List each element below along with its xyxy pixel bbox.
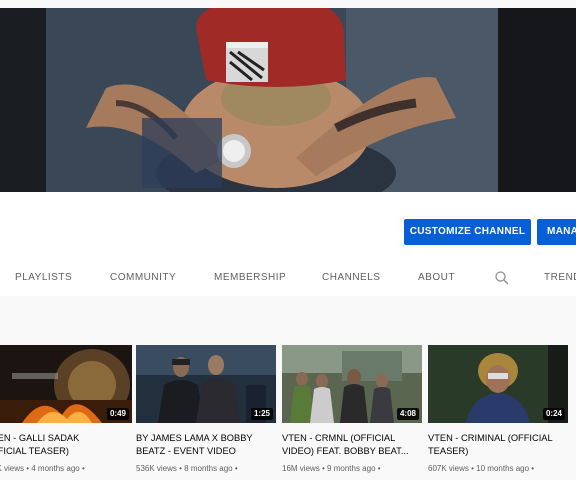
video-duration: 4:08 — [396, 408, 419, 420]
video-thumbnail[interactable]: 4:08 — [282, 345, 422, 423]
tab-channels[interactable]: CHANNELS — [322, 264, 380, 296]
search-icon[interactable] — [494, 270, 510, 286]
video-card[interactable]: 1:25 BY JAMES LAMA X BOBBY BEATZ - EVENT… — [136, 345, 276, 473]
channel-page: CUSTOMIZE CHANNEL MANA PLAYLISTS COMMUNI… — [0, 0, 576, 480]
channel-header: CUSTOMIZE CHANNEL MANA PLAYLISTS COMMUNI… — [0, 192, 576, 296]
tab-playlists[interactable]: PLAYLISTS — [15, 264, 72, 296]
video-meta: 607K views • 10 months ago • — [428, 464, 535, 473]
banner-image — [46, 8, 498, 192]
banner-side-left — [0, 8, 46, 192]
channel-banner — [0, 0, 576, 192]
tab-about[interactable]: ABOUT — [418, 264, 455, 296]
video-duration: 1:25 — [250, 408, 273, 420]
top-strip — [0, 0, 576, 8]
video-thumbnail[interactable]: 0:24 — [428, 345, 568, 423]
video-title[interactable]: TEN - GALLI SADAK FFICIAL TEASER) — [0, 432, 132, 458]
tab-trending[interactable]: TREND — [544, 264, 576, 296]
video-meta: 0K views • 4 months ago • — [0, 464, 85, 473]
channel-tabs: PLAYLISTS COMMUNITY MEMBERSHIP CHANNELS … — [0, 264, 576, 296]
video-meta: 536K views • 8 months ago • — [136, 464, 238, 473]
tab-membership[interactable]: MEMBERSHIP — [214, 264, 286, 296]
video-card[interactable]: 0:24 VTEN - CRIMINAL (OFFICIAL TEASER) 6… — [428, 345, 568, 473]
video-card[interactable]: 0:49 TEN - GALLI SADAK FFICIAL TEASER) 0… — [0, 345, 132, 473]
video-title[interactable]: VTEN - CRMNL (OFFICIAL VIDEO) FEAT. BOBB… — [282, 432, 422, 458]
video-title[interactable]: VTEN - CRIMINAL (OFFICIAL TEASER) — [428, 432, 568, 458]
tab-community[interactable]: COMMUNITY — [110, 264, 176, 296]
banner-side-right — [498, 8, 576, 192]
video-thumbnail[interactable]: 1:25 — [136, 345, 276, 423]
videos-grid: 0:49 TEN - GALLI SADAK FFICIAL TEASER) 0… — [0, 296, 576, 480]
video-title[interactable]: BY JAMES LAMA X BOBBY BEATZ - EVENT VIDE… — [136, 432, 276, 458]
video-duration: 0:24 — [542, 408, 565, 420]
video-card[interactable]: 4:08 VTEN - CRMNL (OFFICIAL VIDEO) FEAT.… — [282, 345, 422, 473]
customize-channel-button[interactable]: CUSTOMIZE CHANNEL — [404, 219, 531, 245]
video-thumbnail[interactable]: 0:49 — [0, 345, 132, 423]
video-meta: 16M views • 9 months ago • — [282, 464, 381, 473]
manage-videos-button[interactable]: MANA — [537, 219, 576, 245]
video-duration: 0:49 — [106, 408, 129, 420]
